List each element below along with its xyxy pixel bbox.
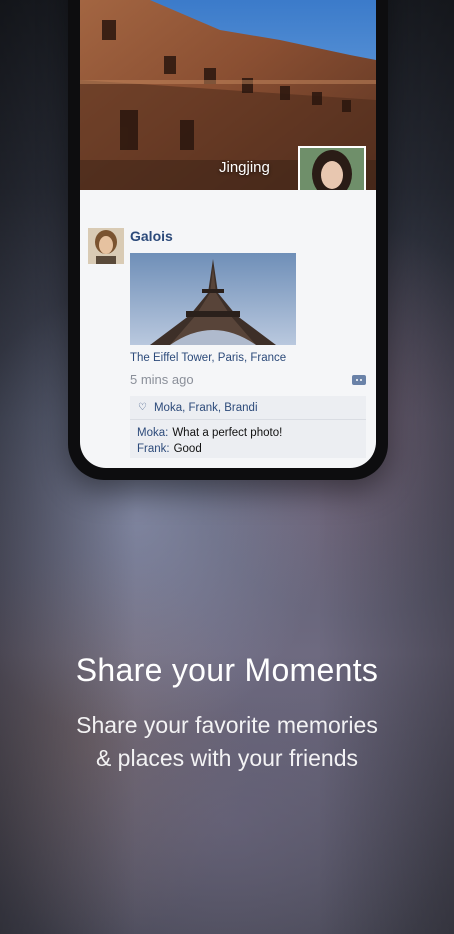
heart-icon: ♡	[138, 402, 147, 413]
post-author-name[interactable]: Galois	[130, 228, 173, 244]
cover-user-name: Jingjing	[219, 159, 270, 176]
avatar-portrait	[300, 148, 364, 190]
moments-cover-photo[interactable]: Jingjing	[80, 0, 376, 190]
likes-row: ♡ Moka, Frank, Brandi	[130, 396, 366, 420]
post-location[interactable]: The Eiffel Tower, Paris, France	[130, 352, 286, 364]
comment-text: Good	[173, 443, 202, 455]
comment-text: What a perfect photo!	[172, 427, 283, 439]
eiffel-tower-photo	[130, 253, 296, 345]
author-portrait	[88, 228, 124, 264]
comment-icon[interactable]	[352, 375, 366, 385]
post-photo[interactable]	[130, 253, 296, 345]
likes-comments-panel: ♡ Moka, Frank, Brandi Moka: What a perfec…	[130, 396, 366, 458]
comment-row[interactable]: Frank: Good	[137, 443, 202, 455]
likes-names: Moka, Frank, Brandi	[153, 401, 258, 414]
phone-mockup: Jingjing Galois The Eiffel Tower, Paris,…	[68, 0, 388, 480]
promo-subtitle-line-1: Share your favorite memories	[76, 712, 378, 738]
comment-author[interactable]: Moka:	[137, 427, 168, 439]
promo-subtitle-line-2: & places with your friends	[95, 745, 359, 771]
post-timestamp: 5 mins ago	[130, 372, 194, 387]
promo-headline: Share your Moments	[75, 652, 379, 688]
comment-row[interactable]: Moka: What a perfect photo!	[137, 427, 282, 439]
comment-author[interactable]: Frank:	[137, 443, 170, 455]
phone-screen: Jingjing Galois The Eiffel Tower, Paris,…	[80, 0, 376, 468]
cover-avatar[interactable]	[298, 146, 366, 190]
promo-subtitle: Share your favorite memories & places wi…	[0, 709, 454, 775]
author-avatar[interactable]	[88, 228, 124, 264]
